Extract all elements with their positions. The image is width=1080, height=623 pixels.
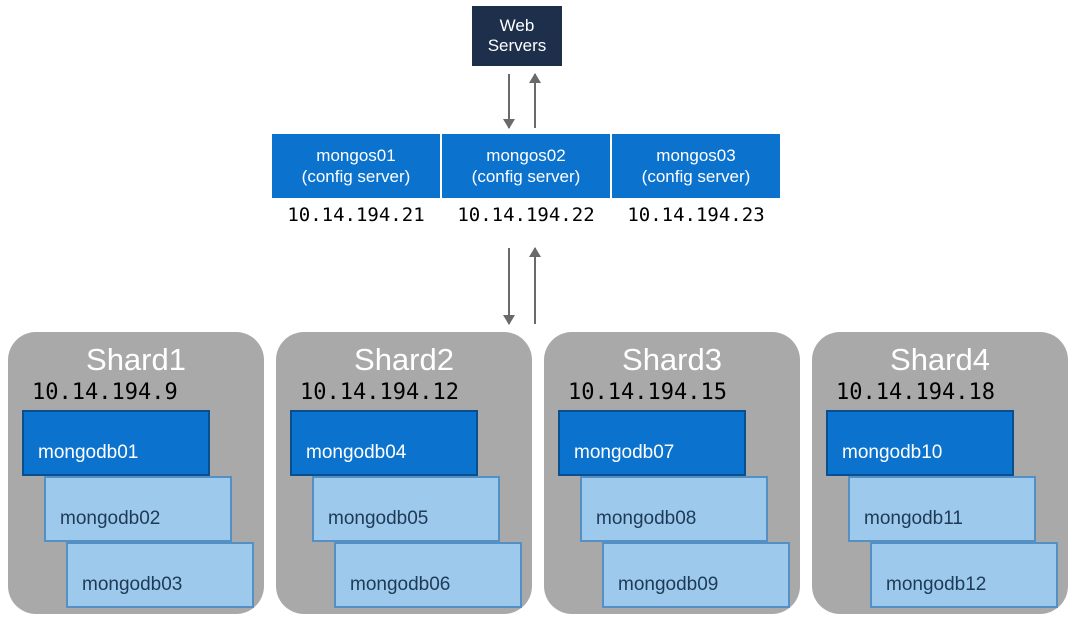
db-label: mongodb03 — [82, 574, 182, 596]
mongos-box-1: mongos01 (config server) — [272, 134, 440, 198]
db-primary: mongodb04 — [290, 410, 478, 476]
mongos-ip: 10.14.194.22 — [442, 204, 610, 226]
shard-title: Shard2 — [276, 342, 532, 378]
shard-4: Shard4 10.14.194.18 mongodb10 mongodb11 … — [812, 332, 1068, 614]
mongos-ip: 10.14.194.23 — [612, 204, 780, 226]
db-primary: mongodb01 — [22, 410, 210, 476]
arrow-shards-to-mongos-up — [534, 248, 536, 324]
mongos-name: mongos02 — [486, 145, 565, 166]
shard-2: Shard2 10.14.194.12 mongodb04 mongodb05 … — [276, 332, 532, 614]
web-servers-label: Web Servers — [488, 16, 547, 57]
db-label: mongodb08 — [596, 508, 696, 530]
db-label: mongodb06 — [350, 574, 450, 596]
shard-title: Shard3 — [544, 342, 800, 378]
db-secondary: mongodb08 — [580, 476, 768, 542]
db-label: mongodb04 — [306, 442, 406, 464]
db-secondary: mongodb05 — [312, 476, 500, 542]
shard-ip: 10.14.194.15 — [568, 380, 727, 405]
db-secondary: mongodb03 — [66, 542, 254, 608]
db-label: mongodb01 — [38, 442, 138, 464]
web-servers-box: Web Servers — [472, 6, 562, 66]
shard-title: Shard4 — [812, 342, 1068, 378]
db-secondary: mongodb09 — [602, 542, 790, 608]
mongos-sub: (config server) — [472, 166, 581, 187]
db-label: mongodb07 — [574, 442, 674, 464]
db-secondary: mongodb12 — [870, 542, 1058, 608]
db-secondary: mongodb11 — [848, 476, 1036, 542]
mongos-sub: (config server) — [642, 166, 751, 187]
shard-1: Shard1 10.14.194.9 mongodb01 mongodb02 m… — [8, 332, 264, 614]
shard-3: Shard3 10.14.194.15 mongodb07 mongodb08 … — [544, 332, 800, 614]
db-label: mongodb02 — [60, 508, 160, 530]
mongos-box-3: mongos03 (config server) — [612, 134, 780, 198]
db-label: mongodb05 — [328, 508, 428, 530]
mongos-box-2: mongos02 (config server) — [442, 134, 610, 198]
shard-ip: 10.14.194.18 — [836, 380, 995, 405]
shard-title: Shard1 — [8, 342, 264, 378]
arrow-mongos-to-shards-down — [508, 248, 510, 324]
mongos-name: mongos01 — [316, 145, 395, 166]
shards-row: Shard1 10.14.194.9 mongodb01 mongodb02 m… — [8, 332, 1068, 614]
arrow-web-to-mongos-down — [508, 74, 510, 128]
mongos-row: mongos01 (config server) mongos02 (confi… — [272, 134, 780, 198]
shard-ip: 10.14.194.12 — [300, 380, 459, 405]
shard-ip: 10.14.194.9 — [32, 380, 178, 405]
mongos-name: mongos03 — [656, 145, 735, 166]
db-label: mongodb12 — [886, 574, 986, 596]
db-label: mongodb11 — [864, 508, 963, 530]
db-secondary: mongodb06 — [334, 542, 522, 608]
mongos-sub: (config server) — [302, 166, 411, 187]
mongos-ip-row: 10.14.194.21 10.14.194.22 10.14.194.23 — [272, 204, 780, 226]
db-label: mongodb10 — [842, 442, 942, 464]
db-secondary: mongodb02 — [44, 476, 232, 542]
db-label: mongodb09 — [618, 574, 718, 596]
mongos-ip: 10.14.194.21 — [272, 204, 440, 226]
db-primary: mongodb10 — [826, 410, 1014, 476]
db-primary: mongodb07 — [558, 410, 746, 476]
arrow-mongos-to-web-up — [534, 74, 536, 128]
